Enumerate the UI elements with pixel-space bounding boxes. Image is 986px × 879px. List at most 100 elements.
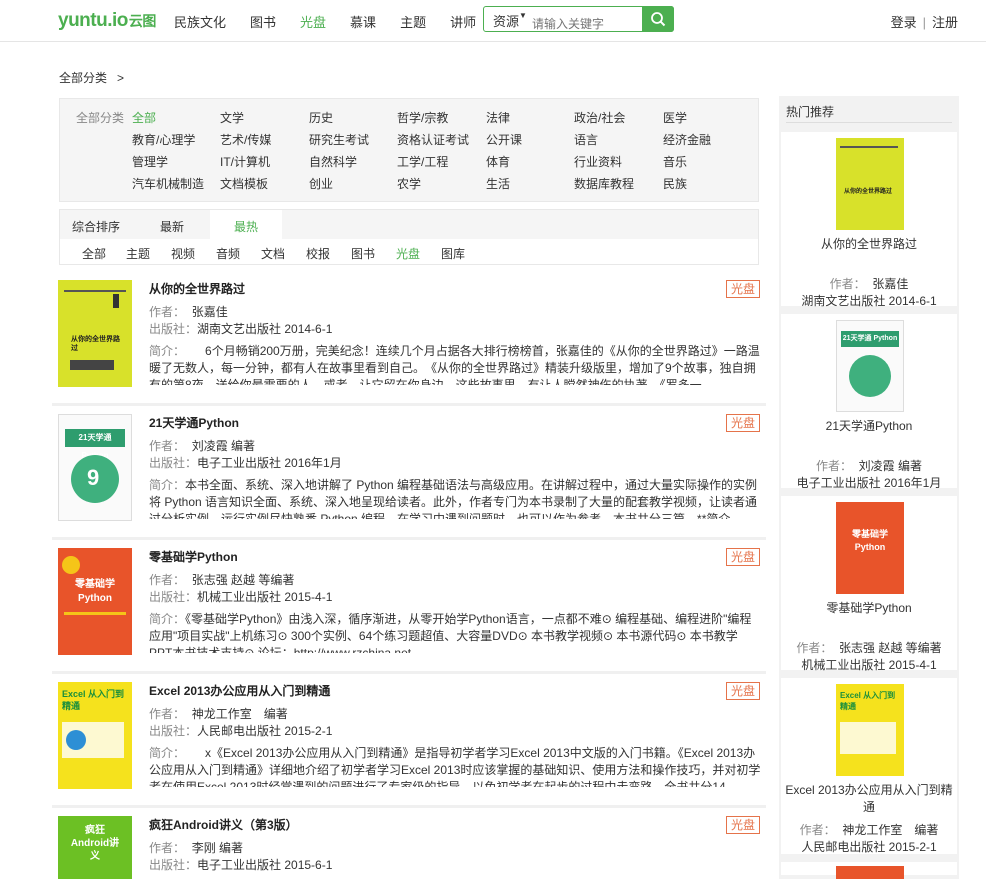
nav-culture[interactable]: 民族文化 (174, 12, 226, 31)
sidebar-book-card[interactable]: 零基础学 Python 零基础学Python 作者： 张志强 赵越 等编著 机械… (781, 496, 957, 674)
nav-mooc[interactable]: 慕课 (350, 12, 376, 31)
category-item[interactable]: 行业资料 (574, 153, 622, 170)
nav-topics[interactable]: 主题 (400, 12, 426, 31)
sidebar-book-cover[interactable]: 零基础学 Python (836, 502, 904, 594)
category-item[interactable]: 艺术/传媒 (220, 131, 271, 148)
book-intro: 简介：《零基础学Python》由浅入深，循序渐进，从零开始学Python语言，一… (149, 611, 761, 653)
type-filter-discs[interactable]: 光盘 (396, 245, 420, 262)
category-item[interactable]: 资格认证考试 (397, 131, 469, 148)
book-cover[interactable]: 零基础学 Python (58, 548, 132, 655)
type-filter-topic[interactable]: 主题 (126, 245, 150, 262)
category-item[interactable]: 语言 (574, 131, 598, 148)
sidebar-divider (786, 122, 952, 123)
category-item[interactable]: 经济金融 (663, 131, 711, 148)
nav-discs[interactable]: 光盘 (300, 12, 326, 31)
category-item[interactable]: 工学/工程 (397, 153, 448, 170)
category-item[interactable]: 管理学 (132, 153, 168, 170)
category-item[interactable]: 医学 (663, 109, 687, 126)
category-item[interactable]: 文档模板 (220, 175, 268, 192)
tab-sort-newest[interactable]: 最新 (160, 218, 184, 235)
category-item[interactable]: 音乐 (663, 153, 687, 170)
category-item[interactable]: IT/计算机 (220, 153, 270, 170)
book-cover[interactable]: 21天学通 Python 9 (58, 414, 132, 521)
type-filter-all[interactable]: 全部 (82, 245, 106, 262)
breadcrumb-root[interactable]: 全部分类 (59, 71, 107, 85)
search-button[interactable] (642, 6, 674, 32)
site-logo[interactable]: yuntu.io云图 (58, 10, 156, 32)
category-item[interactable]: 创业 (309, 175, 333, 192)
category-item[interactable]: 汽车机械制造 (132, 175, 204, 192)
category-item[interactable]: 历史 (309, 109, 333, 126)
login-link[interactable]: 登录 (891, 15, 917, 30)
sidebar-book-title[interactable]: Excel 2013办公应用从入门到精通 (781, 782, 957, 816)
book-cover[interactable]: 疯狂 Android讲义 (58, 816, 132, 879)
book-list-item: 21天学通 Python 9 21天学通Python 光盘 作者： 刘凌霞 编著… (52, 414, 766, 540)
tab-sort-hottest[interactable]: 最热 (210, 210, 283, 240)
book-title[interactable]: 21天学通Python (149, 414, 239, 431)
book-author[interactable]: 神龙工作室 编著 (192, 707, 288, 721)
book-intro-text: 6个月畅销200万册，完美纪念！连续几个月占据各大排行榜榜首，张嘉佳的《从你的全… (149, 344, 760, 385)
book-intro-text: 本书全面、系统、深入地讲解了 Python 编程基础语法与高级应用。在讲解过程中… (149, 478, 758, 519)
nav-lecturers[interactable]: 讲师 (450, 12, 476, 31)
sidebar-book-card[interactable]: 从你的全世界路过 从你的全世界路过 作者： 张嘉佳 湖南文艺出版社 2014-6… (781, 132, 957, 310)
category-item[interactable]: 生活 (486, 175, 510, 192)
type-filter-document[interactable]: 文档 (261, 245, 285, 262)
type-filter-books[interactable]: 图书 (351, 245, 375, 262)
tab-sort-default[interactable]: 综合排序 (72, 218, 120, 235)
book-title[interactable]: 疯狂Android讲义（第3版） (149, 816, 298, 833)
sidebar-book-card[interactable]: Excel 从入门到精通 Excel 2013办公应用从入门到精通 作者： 神龙… (781, 678, 957, 858)
book-cover[interactable]: 从你的全世界路过 (58, 280, 132, 387)
sidebar-book-title[interactable]: 从你的全世界路过 (781, 236, 957, 253)
category-item[interactable]: 体育 (486, 153, 510, 170)
nav-books[interactable]: 图书 (250, 12, 276, 31)
book-title[interactable]: 从你的全世界路过 (149, 280, 245, 297)
caret-down-icon: ▼ (519, 11, 527, 20)
category-item[interactable]: 自然科学 (309, 153, 357, 170)
type-filter-gallery[interactable]: 图库 (441, 245, 465, 262)
logo-cn-text: 云图 (128, 13, 157, 29)
book-author[interactable]: 李刚 编著 (192, 841, 243, 855)
sidebar-book-cover[interactable]: 21天学通 Python (836, 320, 904, 412)
sidebar-cover-art-3: 零基础学 Python (836, 502, 904, 594)
category-item[interactable]: 农学 (397, 175, 421, 192)
type-filter-video[interactable]: 视频 (171, 245, 195, 262)
sidebar-book-title[interactable]: 零基础学Python (781, 600, 957, 617)
search-input[interactable] (532, 7, 640, 31)
category-item[interactable]: 民族 (663, 175, 687, 192)
sidebar-cover-2-title: 21天学通 Python (841, 331, 899, 347)
hot-recommend-sidebar: 热门推荐 从你的全世界路过 从你的全世界路过 作者： 张嘉佳 湖南文艺出版社 2… (779, 96, 959, 879)
book-title[interactable]: Excel 2013办公应用从入门到精通 (149, 682, 330, 699)
category-label: 全部分类 (76, 111, 125, 125)
type-filter-schoolpaper[interactable]: 校报 (306, 245, 330, 262)
cover-1-title: 从你的全世界路过 (71, 336, 120, 352)
type-filter-audio[interactable]: 音频 (216, 245, 240, 262)
book-publisher-line: 出版社：机械工业出版社 2015-4-1 (149, 588, 332, 605)
sidebar-book-cover[interactable] (836, 866, 904, 879)
category-item[interactable]: 公开课 (486, 131, 522, 148)
sidebar-book-cover[interactable]: 从你的全世界路过 (836, 138, 904, 230)
sidebar-book-card[interactable]: 21天学通 Python 21天学通Python 作者： 刘凌霞 编著 电子工业… (781, 314, 957, 492)
search-scope-select[interactable]: 资源▼ (484, 7, 532, 31)
book-list-item: 零基础学 Python 零基础学Python 光盘 作者： 张志强 赵越 等编著… (52, 548, 766, 674)
category-item[interactable]: 教育/心理学 (132, 131, 195, 148)
sidebar-book-title[interactable]: 21天学通Python (781, 418, 957, 435)
category-item[interactable]: 数据库教程 (574, 175, 634, 192)
category-item[interactable]: 研究生考试 (309, 131, 369, 148)
book-author[interactable]: 张嘉佳 (192, 305, 228, 319)
book-cover[interactable]: Excel 从入门到精通 (58, 682, 132, 789)
category-item[interactable]: 全部 (132, 109, 156, 126)
category-item[interactable]: 哲学/宗教 (397, 109, 448, 126)
cover-2-title: 21天学通 Python (65, 429, 125, 460)
sidebar-book-cover[interactable]: Excel 从入门到精通 (836, 684, 904, 776)
sidebar-author-line: 作者： 张嘉佳 (781, 275, 957, 292)
category-item[interactable]: 文学 (220, 109, 244, 126)
sidebar-author-line: 作者： 刘凌霞 编著 (781, 457, 957, 474)
book-author[interactable]: 张志强 赵越 等编著 (192, 573, 295, 587)
register-link[interactable]: 注册 (932, 15, 958, 30)
book-title[interactable]: 零基础学Python (149, 548, 238, 565)
sidebar-cover-1-title: 从你的全世界路过 (844, 189, 893, 195)
category-item[interactable]: 政治/社会 (574, 109, 625, 126)
category-item[interactable]: 法律 (486, 109, 510, 126)
book-author[interactable]: 刘凌霞 编著 (192, 439, 255, 453)
sidebar-book-card[interactable] (781, 862, 957, 879)
